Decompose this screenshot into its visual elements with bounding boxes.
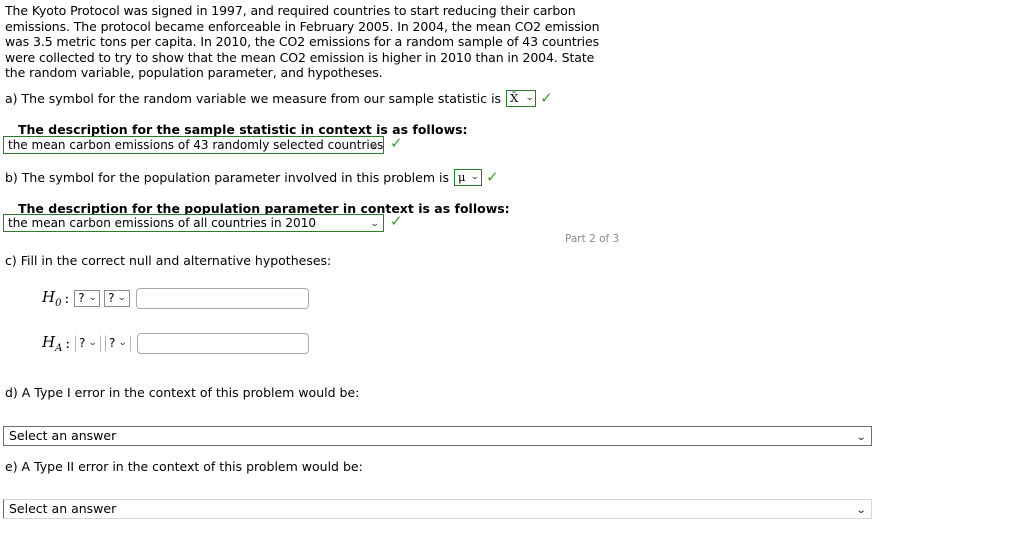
null-hypothesis-row: H0 : ? ⌄ ? ⌄ [42,288,310,309]
question-c-line: c) Fill in the correct null and alternat… [5,253,331,268]
type-i-error-value: Select an answer [9,428,117,443]
chevron-down-icon: ⌄ [470,172,480,182]
worksheet-page: The Kyoto Protocol was signed in 1997, a… [0,0,1024,533]
question-a-prompt: a) The symbol for the random variable we… [5,91,502,106]
question-b-prompt: b) The symbol for the population paramet… [5,170,449,185]
alternative-hypothesis-operator-select[interactable]: ? ⌄ [104,335,131,352]
question-e-prompt: e) A Type II error in the context of thi… [5,459,363,474]
alternative-hypothesis-colon: : [65,335,71,352]
alternative-hypothesis-row: HA : ? ⌄ ? ⌄ [42,333,309,354]
check-icon: ✓ [485,168,499,186]
sample-statistic-description-select[interactable]: the mean carbon emissions of 43 randomly… [3,136,384,154]
type-ii-error-value: Select an answer [9,501,117,516]
population-parameter-symbol-value: μ [457,170,466,184]
null-hypothesis-operator-select[interactable]: ? ⌄ [104,290,131,307]
type-ii-error-select[interactable]: Select an answer ⌄ [3,499,872,519]
check-icon: ✓ [540,89,553,107]
chevron-down-icon: ⌄ [87,293,98,303]
chevron-down-icon: ⌄ [370,141,381,151]
null-hypothesis-value-input[interactable] [136,288,310,309]
question-c-prompt: c) Fill in the correct null and alternat… [5,253,332,268]
null-hypothesis-colon: : [64,290,70,307]
alternative-hypothesis-operator-value: ? [108,336,116,350]
chevron-down-icon: ⌄ [118,338,128,348]
population-parameter-description-value: the mean carbon emissions of all countri… [8,216,316,230]
alternative-hypothesis-letter: H [42,333,56,351]
question-e-line: e) A Type II error in the context of thi… [5,459,363,474]
check-icon: ✓ [390,134,403,152]
chevron-down-icon: ⌄ [524,93,535,103]
chevron-down-icon: ⌄ [855,432,867,443]
null-hypothesis-parameter-value: ? [78,291,85,305]
population-parameter-symbol-select[interactable]: μ ⌄ [453,169,482,186]
part-indicator: Part 2 of 3 [565,233,620,245]
question-a-line: a) The symbol for the random variable we… [5,90,553,107]
question-b-line: b) The symbol for the population paramet… [5,169,499,186]
check-icon: ✓ [390,212,403,230]
null-hypothesis-operator-value: ? [108,291,115,305]
null-hypothesis-label: H0 [42,288,61,309]
alternative-hypothesis-value-input[interactable] [136,333,309,354]
alternative-hypothesis-parameter-select[interactable]: ? ⌄ [75,335,101,352]
population-parameter-description-select[interactable]: the mean carbon emissions of all countri… [3,214,384,232]
null-hypothesis-parameter-select[interactable]: ? ⌄ [74,290,101,307]
null-hypothesis-subscript: 0 [55,298,62,309]
sample-statistic-description-value: the mean carbon emissions of 43 randomly… [8,138,384,152]
random-variable-symbol-select[interactable]: X̄ ⌄ [506,90,537,107]
null-hypothesis-letter: H [42,288,56,306]
type-i-error-select[interactable]: Select an answer ⌄ [3,426,872,446]
chevron-down-icon: ⌄ [117,293,127,303]
chevron-down-icon: ⌄ [855,505,867,516]
alternative-hypothesis-subscript: A [55,343,63,354]
problem-statement: The Kyoto Protocol was signed in 1997, a… [5,3,600,81]
chevron-down-icon: ⌄ [88,338,98,348]
random-variable-symbol-value: X̄ [510,91,519,105]
alternative-hypothesis-parameter-value: ? [79,336,86,350]
chevron-down-icon: ⌄ [370,219,381,229]
question-d-prompt: d) A Type I error in the context of this… [5,385,360,400]
question-d-line: d) A Type I error in the context of this… [5,385,359,400]
alternative-hypothesis-label: HA [42,333,62,354]
